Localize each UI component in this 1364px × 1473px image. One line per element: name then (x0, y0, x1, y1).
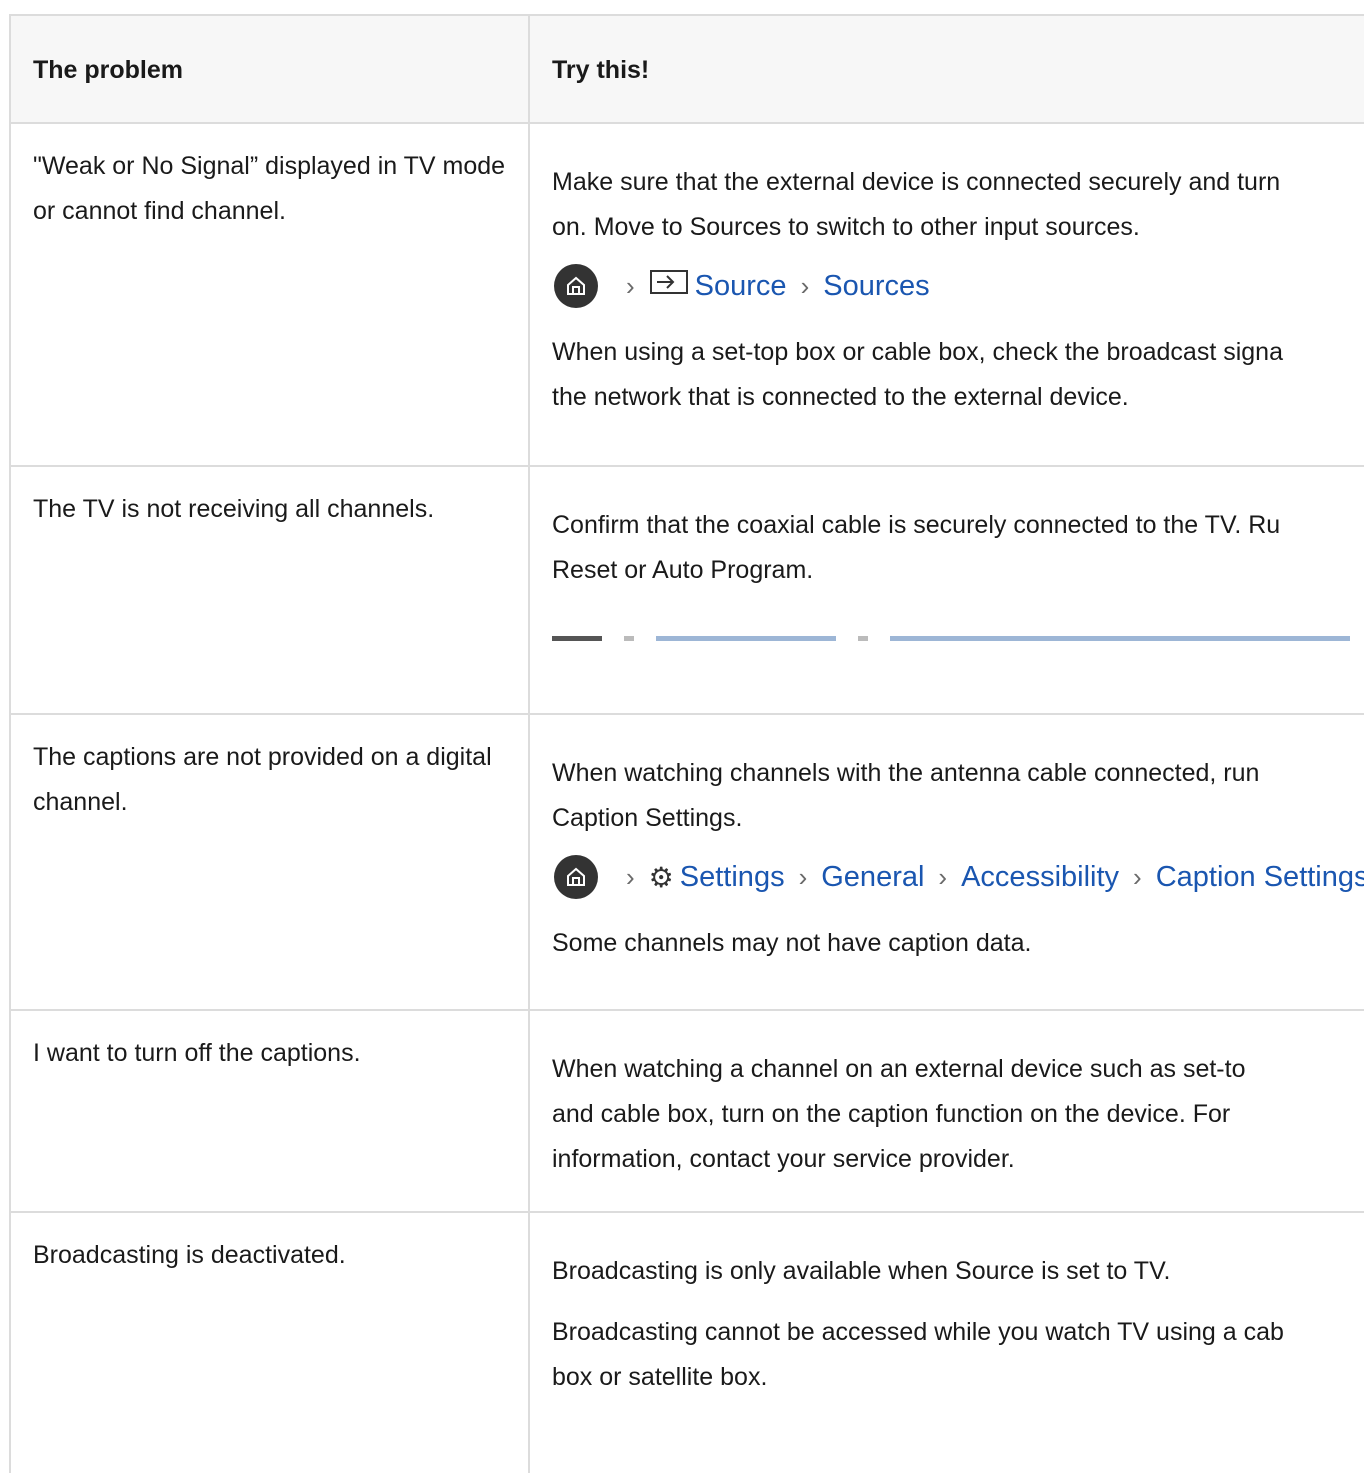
table-row: Broadcasting is deactivated. Broadcastin… (9, 1213, 1364, 1473)
solution-cell: Broadcasting is only available when Sour… (530, 1213, 1364, 1473)
chevron-right-icon: › (1133, 861, 1142, 892)
problem-cell: The TV is not receiving all channels. (9, 467, 530, 713)
chevron-right-icon: › (798, 861, 808, 892)
table-row: I want to turn off the captions. When wa… (9, 1011, 1364, 1213)
path-item-source[interactable]: Source (695, 264, 787, 309)
menu-path-image (552, 633, 1364, 643)
chevron-right-icon: › (938, 861, 948, 892)
solution-text: Reset or Auto Program. (552, 556, 814, 584)
problem-cell: "Weak or No Signal” displayed in TV mode… (9, 124, 530, 465)
solution-cell: Confirm that the coaxial cable is secure… (530, 467, 1364, 713)
header-problem: The problem (9, 16, 530, 122)
solution-text: the network that is connected to the ext… (552, 383, 1129, 411)
solution-text: When using a set-top box or cable box, c… (552, 338, 1283, 366)
solution-text: Broadcasting is only available when Sour… (552, 1257, 1171, 1285)
solution-text: Confirm that the coaxial cable is secure… (552, 511, 1281, 539)
path-item-caption-settings[interactable]: Caption Settings (1156, 855, 1364, 900)
path-item-settings[interactable]: Settings (680, 855, 785, 900)
solution-text: When watching a channel on an external d… (552, 1055, 1246, 1083)
chevron-right-icon: › (800, 270, 810, 301)
solution-cell: When watching a channel on an external d… (530, 1011, 1364, 1211)
path-item-general[interactable]: General (821, 855, 924, 900)
solution-cell: Make sure that the external device is co… (530, 124, 1364, 465)
solution-text: on. Move to Sources to switch to other i… (552, 213, 1140, 241)
table-row: "Weak or No Signal” displayed in TV mode… (9, 124, 1364, 467)
home-icon (554, 264, 598, 308)
source-input-icon (649, 264, 689, 309)
solution-text: information, contact your service provid… (552, 1145, 1015, 1173)
solution-cell: When watching channels with the antenna … (530, 715, 1364, 1009)
solution-text: Caption Settings. (552, 804, 743, 832)
problem-cell: I want to turn off the captions. (9, 1011, 530, 1211)
chevron-right-icon: › (626, 861, 635, 892)
problem-cell: Broadcasting is deactivated. (9, 1213, 530, 1473)
solution-text: Make sure that the external device is co… (552, 168, 1281, 196)
table-row: The captions are not provided on a digit… (9, 715, 1364, 1011)
chevron-right-icon: › (626, 270, 635, 301)
menu-path: › ⚙ Settings › General › Accessibility ›… (554, 855, 1364, 899)
table-row: The TV is not receiving all channels. Co… (9, 467, 1364, 715)
path-item-sources[interactable]: Sources (823, 264, 929, 309)
table-header-row: The problem Try this! (9, 14, 1364, 124)
gear-icon: ⚙ (648, 861, 674, 893)
solution-text: and cable box, turn on the caption funct… (552, 1100, 1231, 1128)
header-try-this: Try this! (552, 56, 650, 84)
solution-text: Some channels may not have caption data. (552, 929, 1032, 957)
solution-text: box or satellite box. (552, 1363, 768, 1391)
solution-text: Broadcasting cannot be accessed while yo… (552, 1318, 1284, 1346)
path-item-accessibility[interactable]: Accessibility (961, 855, 1119, 900)
solution-text: When watching channels with the antenna … (552, 759, 1260, 787)
troubleshooting-table: The problem Try this! "Weak or No Signal… (9, 14, 1364, 1473)
menu-path: › Source › Sources (554, 264, 1364, 308)
problem-cell: The captions are not provided on a digit… (9, 715, 530, 1009)
home-icon (554, 855, 598, 899)
